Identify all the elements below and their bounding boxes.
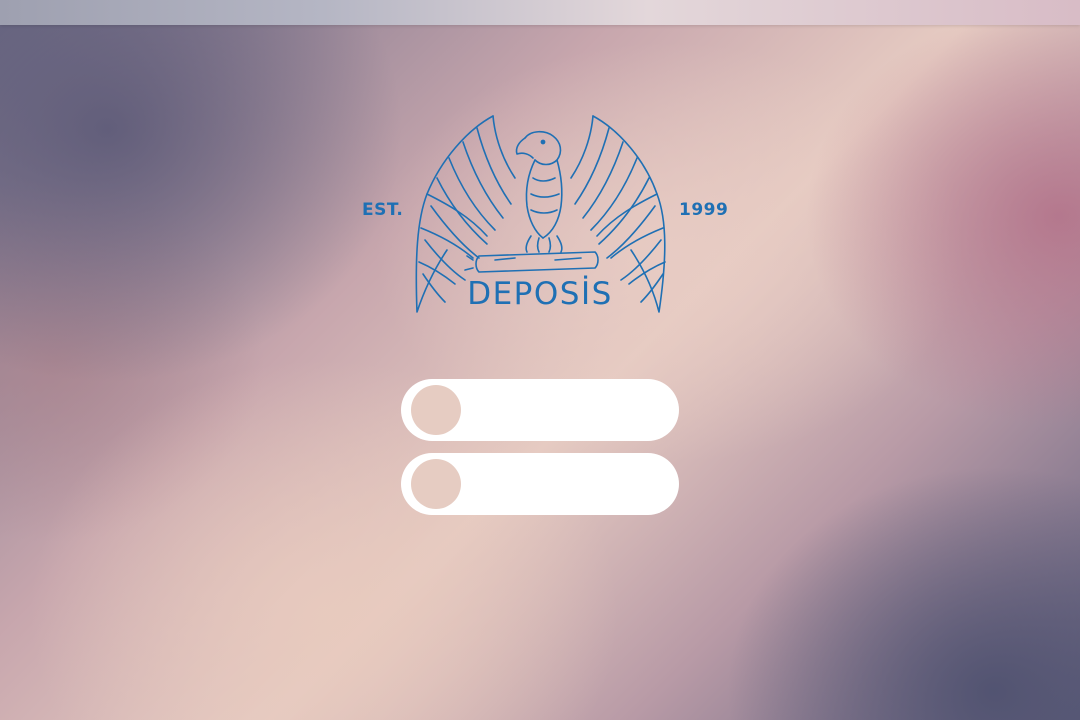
lock-icon bbox=[411, 459, 461, 509]
brand-name: DEPOSİS bbox=[467, 276, 613, 312]
username-field[interactable] bbox=[401, 379, 679, 441]
est-label: EST. bbox=[362, 200, 404, 220]
top-bar bbox=[0, 0, 1080, 25]
username-input[interactable] bbox=[471, 387, 665, 435]
user-icon bbox=[411, 385, 461, 435]
password-input[interactable] bbox=[471, 461, 665, 509]
password-field[interactable] bbox=[401, 453, 679, 515]
year-label: 1999 bbox=[679, 200, 729, 220]
